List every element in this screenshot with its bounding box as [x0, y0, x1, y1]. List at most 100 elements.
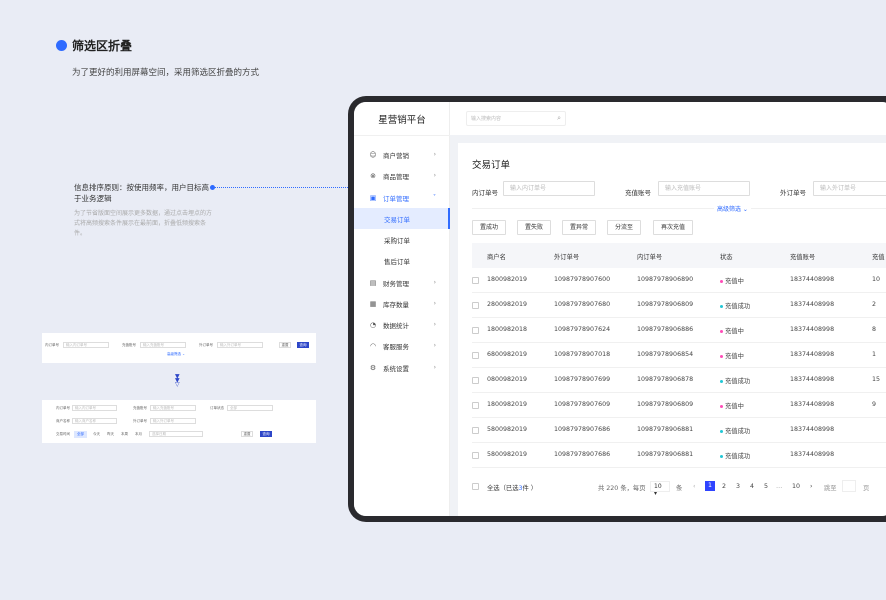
- row-checkbox[interactable]: [472, 377, 479, 384]
- row-checkbox[interactable]: [472, 452, 479, 459]
- mock-label: 交易时间: [56, 432, 70, 436]
- table-cell: 9: [872, 401, 877, 408]
- sidebar-item-stats[interactable]: ◔ 数据统计 ›: [354, 314, 450, 335]
- app-screen: 星营销平台 ☺ 商户营销 › ⊗ 商品管理 › ▣ 订单管理 ˅ 交易订单 采购订单 售后订…: [354, 102, 886, 516]
- row-checkbox[interactable]: [472, 427, 479, 434]
- table-cell: 6800982019: [487, 351, 528, 358]
- column-header: 充值账号: [790, 254, 816, 261]
- section-title: 筛选区折叠: [72, 39, 133, 53]
- sidebar-item-inventory[interactable]: ▦ 库存数量 ›: [354, 293, 450, 314]
- set-abnormal-button[interactable]: 置异常: [562, 220, 597, 235]
- chevron-right-icon: ›: [433, 364, 436, 371]
- mock-input: 输入外订单号: [217, 342, 263, 348]
- table-cell: 2: [872, 301, 877, 308]
- table-cell: 15: [872, 376, 881, 383]
- annotation-dot: [210, 185, 215, 190]
- page-4[interactable]: 4: [750, 483, 754, 490]
- page-1[interactable]: 1: [705, 481, 715, 491]
- chevron-right-icon: ›: [433, 172, 436, 179]
- prev-page-icon[interactable]: ‹: [693, 483, 696, 490]
- sidebar-item-settings[interactable]: ⚙ 系统设置 ›: [354, 357, 450, 378]
- search-icon[interactable]: ⌕: [557, 114, 561, 122]
- status-text: 充值中: [725, 278, 744, 285]
- sidebar-item-label: 商户营销: [383, 151, 409, 160]
- divert-button[interactable]: 分流至: [607, 220, 642, 235]
- table-cell: 18374408998: [790, 276, 835, 283]
- jump-page-input[interactable]: [842, 480, 856, 492]
- chevron-right-icon: ›: [433, 151, 436, 158]
- table-cell: 8: [872, 326, 877, 333]
- page-3[interactable]: 3: [736, 483, 740, 490]
- status-badge: 充值成功: [720, 451, 750, 460]
- table-cell: 10987978907609: [554, 401, 611, 408]
- status-dot: [720, 279, 723, 283]
- user-icon: ☺: [369, 150, 377, 159]
- select-all-checkbox[interactable]: [472, 483, 479, 490]
- row-divider: [472, 442, 886, 443]
- sidebar-item-label: 订单管理: [383, 194, 409, 203]
- mock-input: 输入商户名称: [72, 418, 117, 424]
- recharge-again-button[interactable]: 再次充值: [653, 220, 694, 235]
- table-cell: 10987978907018: [554, 351, 611, 358]
- sidebar-item-service[interactable]: ◠ 客服服务 ›: [354, 335, 450, 356]
- inner-order-input[interactable]: 输入内订单号: [503, 181, 595, 196]
- table-cell: 10987978907686: [554, 426, 611, 433]
- row-checkbox[interactable]: [472, 277, 479, 284]
- search-input[interactable]: 输入搜索内容 ⌕: [466, 111, 566, 126]
- table-cell: 1: [872, 351, 877, 358]
- table-cell: 10987978906890: [637, 276, 694, 283]
- table-cell: 10987978907680: [554, 301, 611, 308]
- mock-query: 查询: [260, 431, 272, 437]
- row-checkbox[interactable]: [472, 302, 479, 309]
- mock-option: 今天: [93, 432, 100, 436]
- sidebar-item-merchant[interactable]: ☺ 商户营销 ›: [354, 144, 450, 165]
- table-cell: 10987978906886: [637, 326, 694, 333]
- column-header: 状态: [720, 254, 733, 261]
- status-dot: [720, 354, 723, 358]
- table-cell: 10987978907686: [554, 451, 611, 458]
- page-10[interactable]: 10: [792, 483, 800, 490]
- divider: [354, 135, 450, 136]
- column-header: 内订单号: [637, 254, 663, 261]
- account-input[interactable]: 输入充值账号: [658, 181, 750, 196]
- row-checkbox[interactable]: [472, 352, 479, 359]
- next-page-icon[interactable]: ›: [810, 483, 813, 490]
- page-5[interactable]: 5: [764, 483, 768, 490]
- mock-label: 充值账号: [133, 406, 147, 410]
- chevron-right-icon: ›: [433, 300, 436, 307]
- page-unit-label: 页: [863, 485, 870, 492]
- row-divider: [472, 392, 886, 393]
- table-cell: 10987978906881: [637, 451, 694, 458]
- outer-order-input[interactable]: 输入外订单号: [813, 181, 886, 196]
- table-cell: 10987978906809: [637, 401, 694, 408]
- set-success-button[interactable]: 置成功: [472, 220, 507, 235]
- advanced-filter-toggle[interactable]: 高级筛选 ⌄: [714, 204, 751, 213]
- column-header: 外订单号: [554, 254, 580, 261]
- row-divider: [472, 342, 886, 343]
- page-2[interactable]: 2: [722, 483, 726, 490]
- mock-collapsed-filter: 内订单号 输入内订单号 充值账号 输入充值账号 外订单号 输入外订单号 重置 查…: [42, 333, 316, 363]
- sidebar-item-goods[interactable]: ⊗ 商品管理 ›: [354, 165, 450, 186]
- status-dot: [720, 304, 723, 308]
- row-checkbox[interactable]: [472, 402, 479, 409]
- sidebar-item-purchase-orders[interactable]: 采购订单: [354, 229, 450, 250]
- row-divider: [472, 417, 886, 418]
- status-badge: 充值成功: [720, 376, 750, 385]
- sidebar-item-finance[interactable]: ▤ 财务管理 ›: [354, 272, 450, 293]
- row-checkbox[interactable]: [472, 327, 479, 334]
- table-cell: 18374408998: [790, 451, 835, 458]
- sidebar-item-orders[interactable]: ▣ 订单管理 ˅: [354, 187, 450, 208]
- sidebar-item-trade-orders[interactable]: 交易订单: [354, 208, 450, 229]
- filter-label: 外订单号: [780, 189, 806, 197]
- sidebar-item-aftersale-orders[interactable]: 售后订单: [354, 250, 450, 271]
- table-cell: 10987978907699: [554, 376, 611, 383]
- per-label: 条: [676, 485, 683, 492]
- status-dot: [720, 404, 723, 408]
- filter-label: 内订单号: [472, 189, 498, 197]
- status-text: 充值成功: [725, 428, 751, 435]
- status-badge: 充值成功: [720, 301, 750, 310]
- page-size-select[interactable]: 10 ▾: [650, 481, 670, 497]
- table-cell: 18374408998: [790, 301, 835, 308]
- set-fail-button[interactable]: 置失败: [517, 220, 552, 235]
- table-cell: 10987978906878: [637, 376, 694, 383]
